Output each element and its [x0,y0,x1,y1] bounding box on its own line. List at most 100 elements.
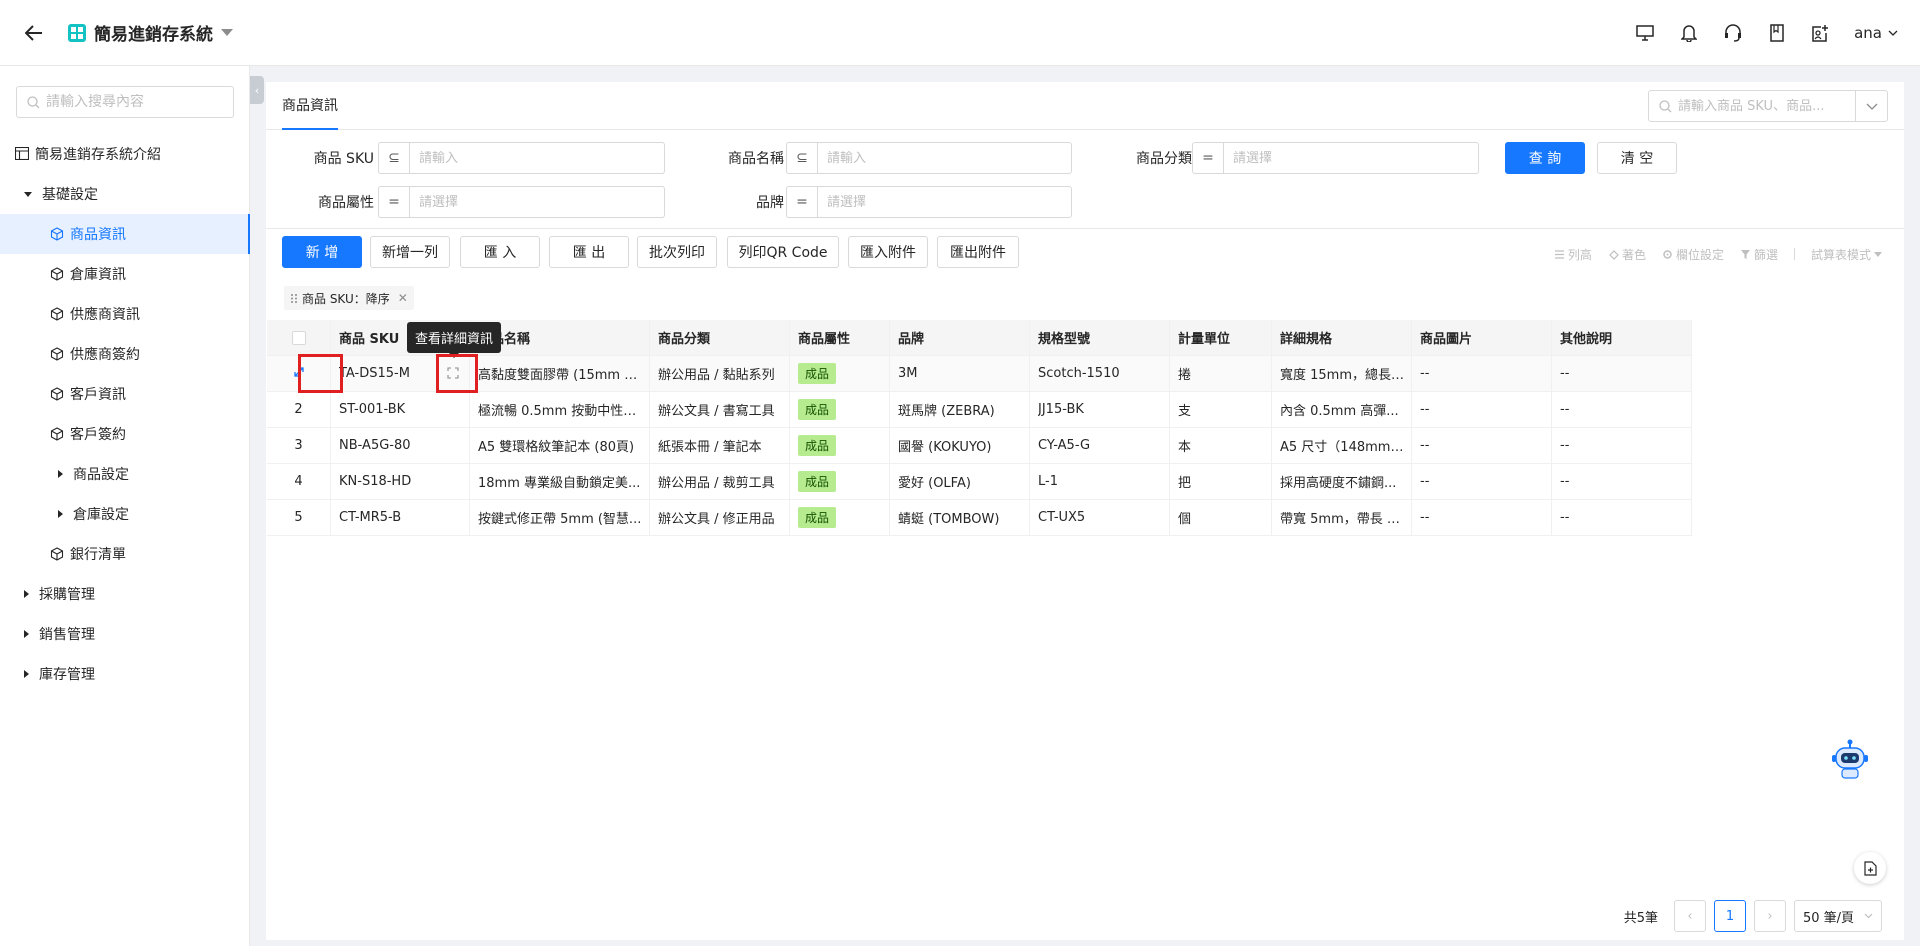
filter-attr-select[interactable] [419,194,664,210]
global-search[interactable] [1648,90,1888,122]
filter-category-field[interactable] [1223,142,1479,174]
sidebar-item-2[interactable]: 商品資訊 [0,214,250,254]
cell-attr: 成品 [790,428,890,463]
cell-text: 採用高硬度不鏽鋼... [1280,476,1397,491]
sidebar-item-4[interactable]: 供應商資訊 [0,294,250,334]
sidebar-search[interactable] [16,86,234,118]
page-size-select[interactable]: 50 筆/頁 [1794,900,1882,932]
export-button[interactable]: 匯 出 [549,236,629,268]
spreadsheet-mode-toggle[interactable]: 試算表模式 [1811,246,1882,263]
cell-sku[interactable]: CT-MR5-B [331,500,470,535]
user-menu[interactable]: ana [1854,24,1898,42]
filter-attr-operator[interactable]: = [378,186,410,218]
column-header-label: 商品屬性 [798,332,851,347]
sidebar-item-3[interactable]: 倉庫資訊 [0,254,250,294]
note-header[interactable]: 其他說明 [1552,320,1692,355]
user-image-icon[interactable] [1810,22,1832,44]
table-row[interactable]: TA-DS15-M 高黏度雙面膠帶 (15mm x ... 辦公用品 / 黏貼系列成… [267,356,1692,392]
row-height-tool[interactable]: 列高 [1554,246,1592,263]
filter-name-input[interactable] [827,150,1071,166]
global-search-input[interactable] [1672,98,1855,114]
tab-product-info[interactable]: 商品資訊 [282,82,338,130]
next-page-button[interactable]: › [1754,900,1786,932]
assistant-robot-icon[interactable] [1826,736,1874,784]
bookmark-icon[interactable] [1766,22,1788,44]
table-row[interactable]: 2 ST-001-BK 極流暢 0.5mm 按動中性筆... 辦公文具 / 書寫工具 成… [267,392,1692,428]
model-header[interactable]: 規格型號 [1030,320,1170,355]
funnel-icon [1740,249,1750,259]
page-number-button[interactable]: 1 [1714,900,1746,932]
sort-tag[interactable]: 商品 SKU：降序 ✕ [284,286,414,310]
table-row[interactable]: 5 CT-MR5-B 按鍵式修正帶 5mm (智慧... 辦公文具 / 修正用品 成品 蜻… [267,500,1692,536]
category-header[interactable]: 商品分類 [650,320,790,355]
monitor-icon[interactable] [1634,22,1656,44]
filter-brand-select[interactable] [827,194,1071,210]
filter-sku-input[interactable] [419,150,664,166]
filter-attr-field[interactable] [409,186,665,218]
add-row-button[interactable]: 新增一列 [370,236,450,268]
batch-print-button[interactable]: 批次列印 [637,236,717,268]
brand-header[interactable]: 品牌 [890,320,1030,355]
import-button[interactable]: 匯 入 [460,236,540,268]
cell-no[interactable]: 2 [267,392,331,427]
color-tool[interactable]: 著色 [1608,246,1646,263]
column-settings-tool[interactable]: 欄位設定 [1662,246,1724,263]
cell-no[interactable]: 5 [267,500,331,535]
select-all-header[interactable] [267,320,331,355]
sidebar-item-1[interactable]: 基礎設定 [0,174,250,214]
cell-no[interactable]: 4 [267,464,331,499]
sidebar-search-input[interactable] [46,94,226,110]
attr-header[interactable]: 商品屬性 [790,320,890,355]
sidebar-item-5[interactable]: 供應商簽約 [0,334,250,374]
filter-brand-operator[interactable]: = [786,186,818,218]
back-arrow-icon[interactable] [22,21,46,45]
cell-text: KN-S18-HD [339,474,412,489]
sidebar-item-6[interactable]: 客戶資訊 [0,374,250,414]
image-header[interactable]: 商品圖片 [1412,320,1552,355]
unit-header[interactable]: 計量單位 [1170,320,1272,355]
sidebar-collapse-button[interactable]: ‹ [250,76,264,104]
sidebar-item-8[interactable]: 商品設定 [0,454,250,494]
filter-category-select[interactable] [1233,150,1478,166]
cell-text: -- [1560,366,1570,381]
bell-icon[interactable] [1678,22,1700,44]
filter-sku-operator[interactable]: ⊆ [378,142,410,174]
sidebar-item-11[interactable]: 採購管理 [0,574,250,614]
add-button[interactable]: 新 增 [282,236,362,268]
cell-sku[interactable]: ST-001-BK [331,392,470,427]
sidebar-item-10[interactable]: 銀行清單 [0,534,250,574]
print-qr-button[interactable]: 列印QR Code [727,236,839,268]
sidebar-item-label: 供應商簽約 [70,347,140,363]
global-search-dropdown[interactable] [1855,91,1887,121]
filter-name-field[interactable] [817,142,1072,174]
query-button[interactable]: 查 詢 [1505,142,1585,174]
filter-sku-field[interactable] [409,142,665,174]
clear-button[interactable]: 清 空 [1597,142,1677,174]
cell-sku[interactable]: KN-S18-HD [331,464,470,499]
filter-name-operator[interactable]: ⊆ [786,142,818,174]
close-icon[interactable]: ✕ [398,291,408,305]
filter-brand-field[interactable] [817,186,1072,218]
prev-page-button[interactable]: ‹ [1674,900,1706,932]
sidebar-item-0[interactable]: 簡易進銷存系統介紹 [0,134,250,174]
table-row[interactable]: 3 NB-A5G-80 A5 雙環格紋筆記本 (80頁) 紙張本冊 / 筆記本 成品 國譽… [267,428,1692,464]
filter-tool[interactable]: 篩選 [1740,246,1778,263]
cell-no[interactable]: 3 [267,428,331,463]
filter-category-label: 商品分類 [1136,151,1192,167]
app-switch-caret-icon[interactable] [221,29,233,36]
export-attachment-button[interactable]: 匯出附件 [937,236,1019,268]
table-row[interactable]: 4 KN-S18-HD 18mm 專業級自動鎖定美... 辦公用品 / 裁剪工具 成品 愛… [267,464,1692,500]
sidebar-item-label: 銷售管理 [39,627,95,643]
document-icon[interactable] [1854,852,1886,884]
filter-category-operator[interactable]: = [1192,142,1224,174]
spec-header[interactable]: 詳細規格 [1272,320,1412,355]
sidebar-item-9[interactable]: 倉庫設定 [0,494,250,534]
app-title[interactable]: 簡易進銷存系統 [94,20,213,45]
sidebar-item-7[interactable]: 客戶簽約 [0,414,250,454]
headset-icon[interactable] [1722,22,1744,44]
sidebar-item-12[interactable]: 銷售管理 [0,614,250,654]
sidebar-item-13[interactable]: 庫存管理 [0,654,250,694]
select-all-checkbox[interactable] [291,330,306,345]
cell-sku[interactable]: NB-A5G-80 [331,428,470,463]
import-attachment-button[interactable]: 匯入附件 [848,236,928,268]
